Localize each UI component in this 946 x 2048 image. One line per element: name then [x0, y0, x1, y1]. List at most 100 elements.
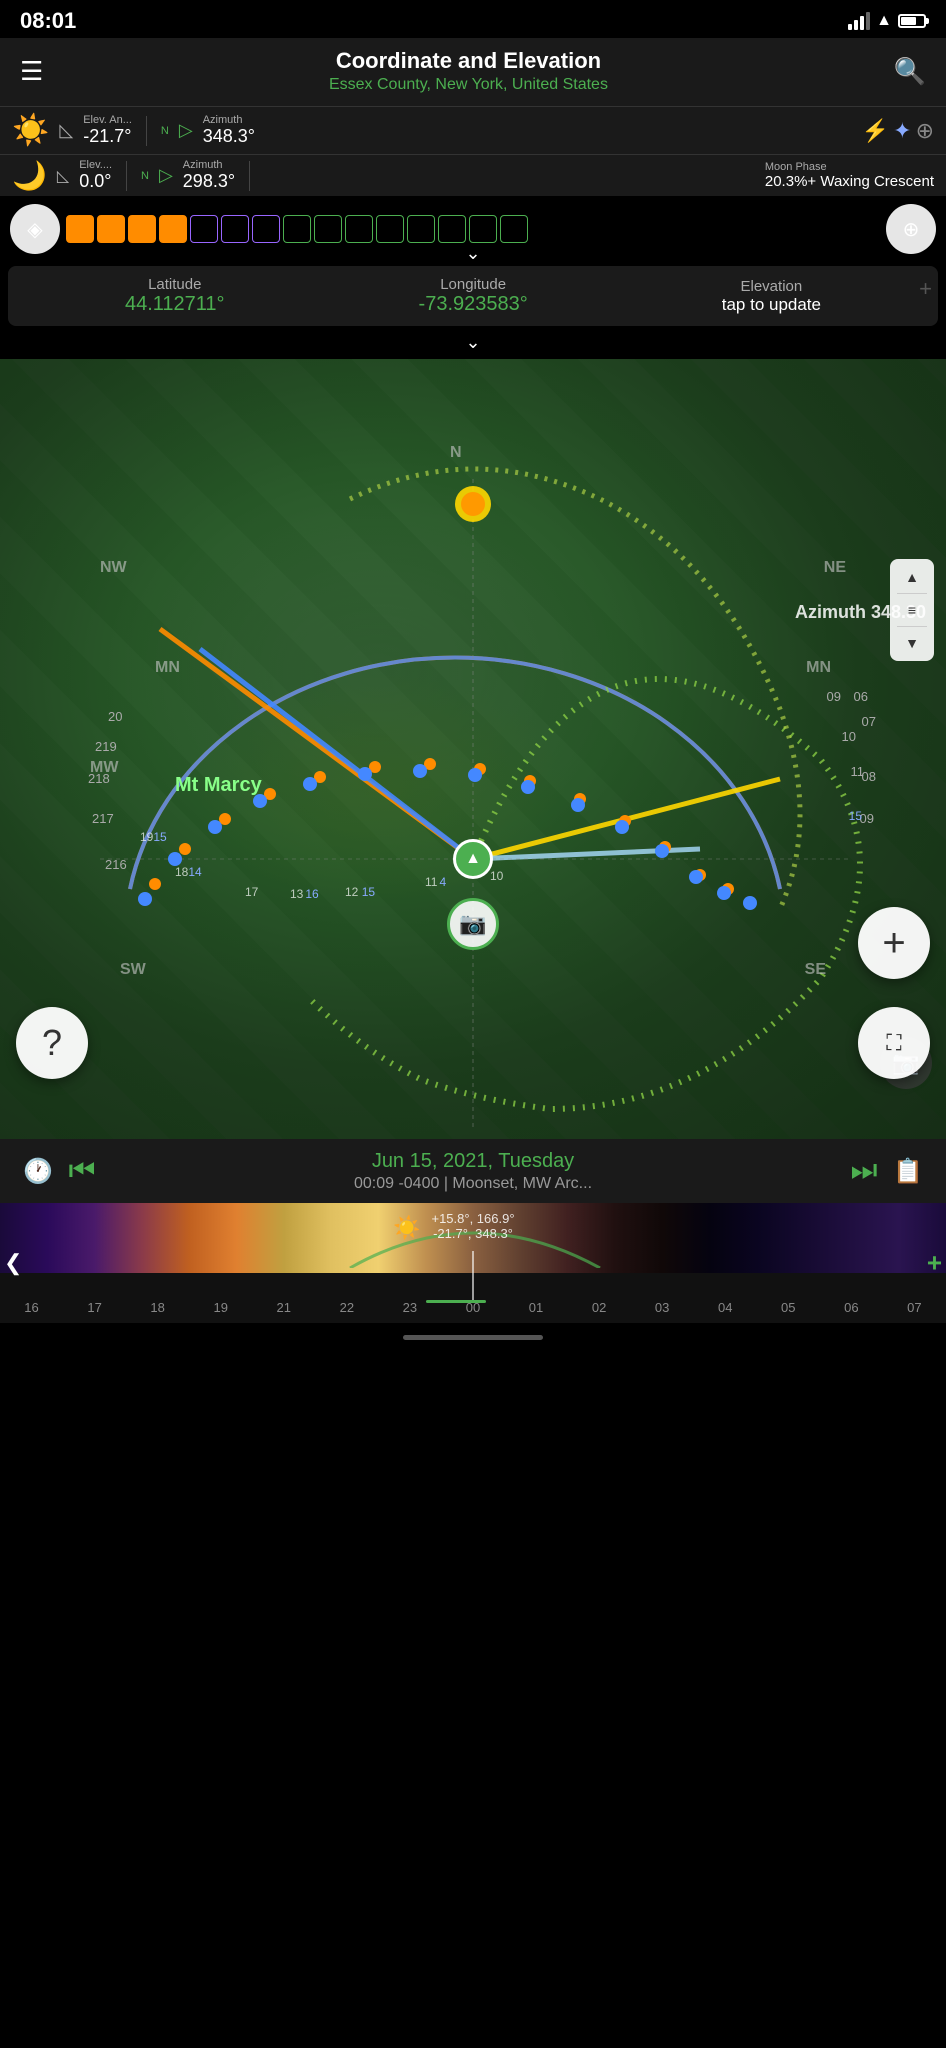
arc-label-219: 219: [95, 739, 117, 754]
app-title: Coordinate and Elevation: [43, 48, 893, 74]
timeline-right-arrow[interactable]: +: [927, 1248, 942, 1279]
color-sq-3[interactable]: [128, 215, 156, 243]
color-strip-container: ◈ ⊕ ⌄: [0, 196, 946, 262]
arc-label-17: 17: [245, 885, 258, 899]
signal-icon: [848, 12, 870, 30]
sun-info-bar: ☀️ ◺ Elev. An... -21.7° N ▷ Azimuth 348.…: [0, 106, 946, 154]
color-sq-13[interactable]: [438, 215, 466, 243]
arc-label-1316: 1316: [290, 887, 319, 901]
coordinates-section: Latitude 44.112711° Longitude -73.923583…: [0, 266, 946, 359]
map-overlay-svg: [0, 359, 946, 1139]
hour-00: 00: [466, 1300, 480, 1315]
arc-label-218: 218: [88, 771, 110, 786]
moon-elevation-item: Elev.... 0.0°: [79, 159, 112, 192]
hour-05: 05: [781, 1300, 795, 1315]
wifi-icon: ▲: [876, 12, 892, 30]
timeline-strip[interactable]: ☀️ +15.8°, 166.9° -21.7°, 348.3° 16 17 1…: [0, 1203, 946, 1323]
moon-compass-arrow: ▷: [159, 165, 173, 186]
direction-mn1: MN: [155, 659, 180, 677]
clock-button[interactable]: 🕐: [16, 1149, 60, 1193]
color-sq-5[interactable]: [190, 215, 218, 243]
tilt-up-button[interactable]: ▲: [894, 563, 930, 591]
layer-button[interactable]: ◈: [10, 204, 60, 254]
moon-azimuth-item: Azimuth 298.3°: [183, 159, 235, 192]
expand-fab[interactable]: ⛶: [858, 1007, 930, 1079]
skip-back-button[interactable]: ⏮: [60, 1149, 104, 1193]
tilt-mid-button[interactable]: ≡: [894, 596, 930, 624]
color-sq-7[interactable]: [252, 215, 280, 243]
location-name: Mt Marcy: [175, 774, 262, 797]
hour-01: 01: [529, 1300, 543, 1315]
direction-se: SE: [805, 961, 826, 979]
direction-mn2: MN: [806, 659, 831, 677]
home-indicator: [0, 1323, 946, 1346]
moon-phase-percent: 20.3%+: [765, 173, 816, 190]
moon-phase-name: Waxing Crescent: [820, 173, 934, 190]
coordinates-bar: Latitude 44.112711° Longitude -73.923583…: [8, 266, 938, 326]
color-sq-15[interactable]: [500, 215, 528, 243]
header-center: Coordinate and Elevation Essex County, N…: [43, 48, 893, 94]
timeline-hours: 16 17 18 19 21 22 23 00 01 02 03 04 05 0…: [0, 1300, 946, 1315]
camera-marker[interactable]: 📷: [447, 898, 499, 950]
arc-label-1814: 1814: [175, 865, 202, 879]
hour-23: 23: [403, 1300, 417, 1315]
arc-label-1215: 12 15: [345, 885, 375, 899]
map-area[interactable]: N NE NW MN MN MW SW SE 20 219 218 217 21…: [0, 359, 946, 1139]
direction-sw: SW: [120, 961, 146, 979]
menu-button[interactable]: ☰: [20, 56, 43, 87]
hour-16: 16: [24, 1300, 38, 1315]
sun-elevation-item: Elev. An... -21.7°: [83, 114, 132, 147]
status-time: 08:01: [20, 8, 76, 34]
help-fab[interactable]: ?: [16, 1007, 88, 1079]
direction-n: N: [450, 444, 462, 462]
moon-phase-item: Moon Phase 20.3%+ Waxing Crescent: [765, 161, 934, 190]
chevron-down-coords-icon[interactable]: ⌄: [0, 330, 946, 359]
status-bar: 08:01 ▲: [0, 0, 946, 38]
color-sq-2[interactable]: [97, 215, 125, 243]
tilt-down-button[interactable]: ▼: [894, 629, 930, 657]
special-icon-1: ⚡: [862, 118, 889, 144]
color-sq-1[interactable]: [66, 215, 94, 243]
map-tilt-controls: ▲ ≡ ▼: [890, 559, 934, 661]
tilt-control: ▲ ≡ ▼: [890, 559, 934, 661]
special-icon-2: ✦: [893, 118, 911, 144]
arc-label-06: 06: [854, 689, 868, 704]
battery-icon: [898, 14, 926, 28]
color-sq-8[interactable]: [283, 215, 311, 243]
color-sq-12[interactable]: [407, 215, 435, 243]
list-button[interactable]: 📋: [886, 1149, 930, 1193]
color-sq-10[interactable]: [345, 215, 373, 243]
hour-18: 18: [150, 1300, 164, 1315]
sun-compass-arrow: ▷: [179, 120, 193, 141]
status-icons: ▲: [848, 12, 926, 30]
search-button[interactable]: 🔍: [894, 56, 926, 87]
arc-label-217: 217: [92, 811, 114, 826]
elevation-angle-icon: ◺: [59, 120, 73, 141]
timeline-values: +15.8°, 166.9° -21.7°, 348.3°: [431, 1211, 514, 1241]
color-sq-9[interactable]: [314, 215, 342, 243]
color-sq-6[interactable]: [221, 215, 249, 243]
chevron-down-icon[interactable]: ⌄: [465, 243, 480, 264]
timeline-cursor: [472, 1251, 474, 1301]
sun-icon: ☀️: [12, 113, 49, 148]
zoom-plus-btn[interactable]: +: [919, 276, 932, 302]
color-sq-4[interactable]: [159, 215, 187, 243]
expand-icon: ⛶: [886, 1030, 901, 1056]
arc-label-10b: 10: [490, 869, 503, 883]
hour-04: 04: [718, 1300, 732, 1315]
bottom-date-bar: 🕐 ⏮ Jun 15, 2021, Tuesday 00:09 -0400 | …: [0, 1139, 946, 1203]
latitude-item: Latitude 44.112711°: [125, 276, 225, 316]
color-sq-14[interactable]: [469, 215, 497, 243]
skip-forward-button[interactable]: ⏭: [842, 1149, 886, 1193]
location-marker[interactable]: ▲: [453, 839, 493, 879]
sun-azimuth-item: Azimuth 348.3°: [203, 114, 255, 147]
home-bar[interactable]: [403, 1335, 543, 1340]
timeline-left-arrow[interactable]: ❮: [4, 1250, 22, 1276]
color-sq-11[interactable]: [376, 215, 404, 243]
date-display: Jun 15, 2021, Tuesday 00:09 -0400 | Moon…: [104, 1150, 842, 1193]
special-icons-area: ⚡ ✦ ⊕: [862, 118, 934, 144]
gps-button[interactable]: ⊕: [886, 204, 936, 254]
zoom-in-fab[interactable]: +: [858, 907, 930, 979]
arc-label-10: 10: [842, 729, 856, 744]
hour-19: 19: [213, 1300, 227, 1315]
